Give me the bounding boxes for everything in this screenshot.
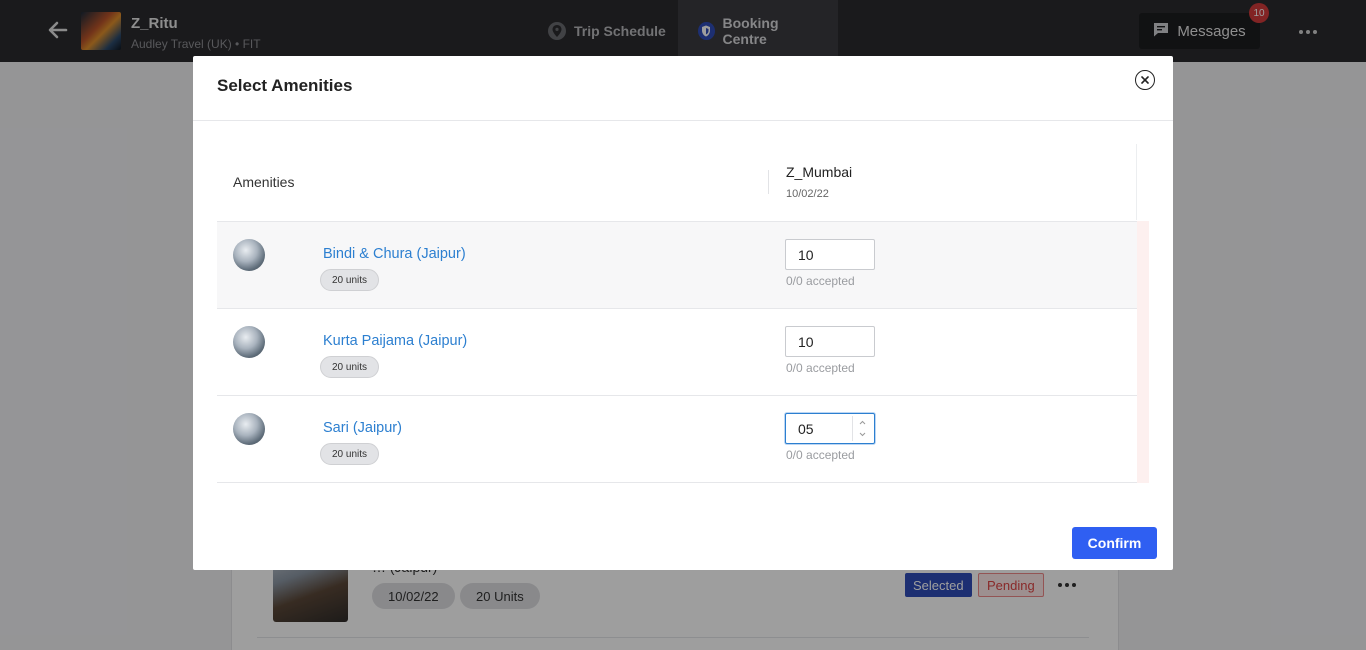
units-pill: 20 units <box>320 269 380 291</box>
table-row: Sari (Jaipur) 20 units 05 0/0 accepted <box>217 395 1137 483</box>
quantity-input[interactable]: 10 <box>785 326 875 357</box>
column-strip <box>1137 221 1149 483</box>
quantity-input[interactable]: 10 <box>785 239 875 270</box>
divider <box>193 120 1173 121</box>
amenity-thumbnail <box>233 239 265 271</box>
amenity-name-link[interactable]: Bindi & Chura (Jaipur) <box>323 246 466 262</box>
accepted-status: 0/0 accepted <box>786 361 855 375</box>
column-header-hotel: Z_Mumbai <box>786 164 853 180</box>
amenity-thumbnail <box>233 413 265 445</box>
modal-title: Select Amenities <box>217 76 353 95</box>
table-row: Bindi & Chura (Jaipur) 20 units 10 0/0 a… <box>217 221 1137 308</box>
confirm-button[interactable]: Confirm <box>1072 527 1157 559</box>
amenities-table: Amenities Z_Mumbai 10/02/22 Bindi & Chur… <box>217 144 1149 483</box>
units-pill: 20 units <box>320 443 380 465</box>
quantity-input[interactable]: 05 <box>785 413 875 444</box>
chevron-down-icon[interactable] <box>853 429 872 442</box>
amenity-name-link[interactable]: Kurta Paijama (Jaipur) <box>323 333 467 349</box>
amenity-name-link[interactable]: Sari (Jaipur) <box>323 420 402 436</box>
accepted-status: 0/0 accepted <box>786 448 855 462</box>
column-header-amenities: Amenities <box>233 174 295 190</box>
close-icon[interactable] <box>1135 70 1155 90</box>
divider <box>1136 144 1137 220</box>
column-header-date: 10/02/22 <box>786 188 829 200</box>
table-row: Kurta Paijama (Jaipur) 20 units 10 0/0 a… <box>217 308 1137 395</box>
units-pill: 20 units <box>320 356 380 378</box>
accepted-status: 0/0 accepted <box>786 274 855 288</box>
chevron-up-icon[interactable] <box>853 416 872 429</box>
select-amenities-modal: Select Amenities Amenities Z_Mumbai 10/0… <box>193 56 1173 570</box>
quantity-stepper[interactable] <box>852 416 872 441</box>
amenity-thumbnail <box>233 326 265 358</box>
quantity-value: 05 <box>798 420 814 437</box>
divider <box>768 170 769 194</box>
